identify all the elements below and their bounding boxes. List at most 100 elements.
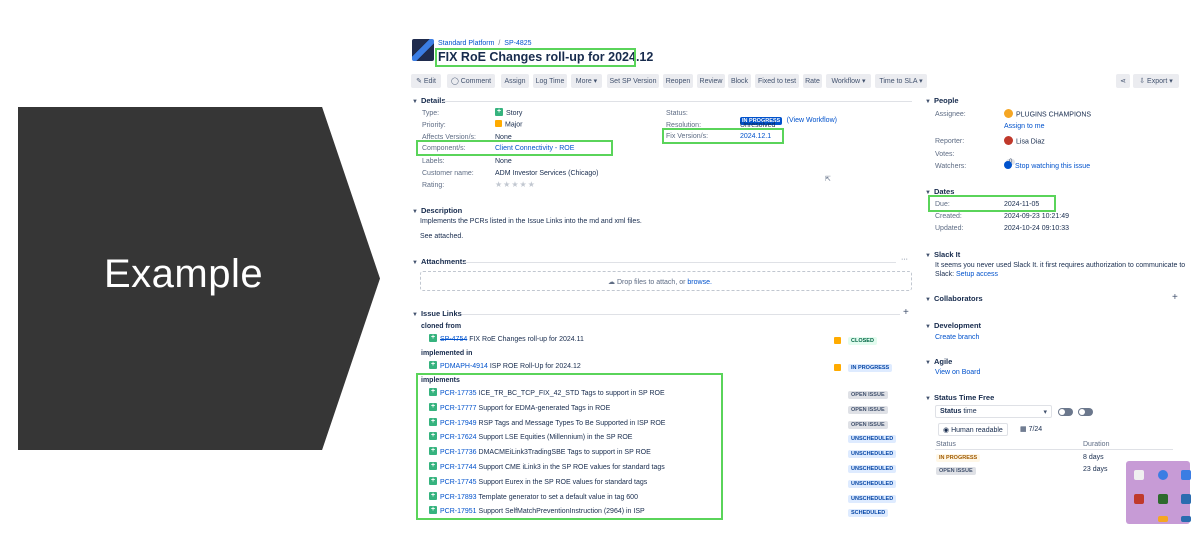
major-priority-icon: [495, 120, 502, 127]
implemented-in-row[interactable]: + PDMAPH-4914 ISP ROE Roll-Up for 2024.12: [429, 361, 581, 370]
view-workflow-link[interactable]: (View Workflow): [787, 117, 837, 124]
bluetooth-icon[interactable]: [1158, 470, 1168, 480]
example-label: Example: [104, 252, 264, 296]
status-badge: SCHEDULED: [848, 509, 889, 518]
reopen-button[interactable]: Reopen: [663, 74, 693, 88]
attachments-more-icon[interactable]: ···: [901, 256, 908, 263]
details-heading[interactable]: ▼ Details: [412, 96, 446, 105]
human-readable-button[interactable]: ◉ Human readable: [938, 423, 1008, 436]
avatar: [1004, 136, 1013, 145]
cloud-upload-icon: ☁: [608, 279, 615, 286]
assignee-value: PLUGINS CHAMPIONS: [1004, 109, 1091, 119]
browse-link[interactable]: browse.: [687, 279, 712, 286]
col-status-header: Status: [936, 441, 956, 448]
development-heading[interactable]: ▼ Development: [925, 321, 981, 330]
breadcrumb: Standard Platform / SP-4825: [438, 40, 532, 47]
title-highlight-box: [435, 48, 636, 67]
edit-button[interactable]: ✎ Edit: [411, 74, 441, 88]
add-link-button[interactable]: +: [903, 307, 909, 318]
agile-heading[interactable]: ▼ Agile: [925, 357, 952, 366]
period-button[interactable]: ▦ 7/24: [1016, 423, 1046, 436]
app-icon[interactable]: [1158, 494, 1168, 504]
details-rule: [442, 101, 912, 102]
rate-button[interactable]: Rate: [803, 74, 822, 88]
mouse-cursor-icon: ⇱: [825, 176, 831, 183]
toggle-switch-2[interactable]: [1078, 408, 1093, 416]
assign-button[interactable]: Assign: [501, 74, 529, 88]
issue-links-rule: [462, 314, 900, 315]
col-duration-header: Duration: [1083, 441, 1110, 448]
comment-button[interactable]: ◯ Comment: [447, 74, 495, 88]
project-logo-icon: [412, 39, 434, 61]
issue-links-heading[interactable]: ▼ Issue Links: [412, 309, 462, 318]
attachments-rule: [464, 262, 896, 263]
create-branch-link[interactable]: Create branch: [935, 334, 979, 341]
dates-heading[interactable]: ▼ Dates: [925, 187, 954, 196]
status-badge: OPEN ISSUE: [848, 405, 888, 414]
app-icon[interactable]: [1181, 516, 1191, 522]
collaborators-heading[interactable]: ▼ Collaborators: [925, 294, 983, 303]
fixed-to-test-button[interactable]: Fixed to test: [755, 74, 799, 88]
due-label: Due:: [935, 201, 950, 208]
export-dropdown[interactable]: ⇩ Export ▾: [1133, 74, 1179, 88]
calendar-icon: ▦: [1020, 426, 1027, 433]
more-dropdown[interactable]: More ▾: [571, 74, 602, 88]
story-icon: +: [429, 334, 437, 342]
status-time-heading[interactable]: ▼ Status Time Free: [925, 393, 994, 402]
implemented-in-label: implemented in: [421, 350, 473, 357]
set-sp-version-button[interactable]: Set SP Version: [607, 74, 659, 88]
jira-issue-screenshot: Standard Platform / SP-4825 FIX RoE Chan…: [402, 33, 1202, 525]
block-button[interactable]: Block: [728, 74, 751, 88]
watchers-label: Watchers:: [935, 163, 967, 170]
attachments-heading[interactable]: ▼ Attachments: [412, 257, 466, 266]
workflow-dropdown[interactable]: Workflow ▾: [826, 74, 871, 88]
component-highlight-box: [416, 140, 613, 156]
slide-top-margin: [0, 0, 1202, 33]
rating-label: Rating:: [422, 182, 445, 189]
description-heading[interactable]: ▼ Description: [412, 206, 462, 215]
updated-label: Updated:: [935, 225, 964, 232]
dropzone-text: ☁ Drop files to attach, or browse.: [608, 279, 712, 286]
time-to-sla-dropdown[interactable]: Time to SLA ▾: [875, 74, 927, 88]
people-heading[interactable]: ▼ People: [925, 96, 959, 105]
battery-icon[interactable]: [1134, 470, 1144, 480]
status-badge: UNSCHEDULED: [848, 435, 897, 444]
share-icon[interactable]: ⋖: [1116, 74, 1130, 88]
slack-heading[interactable]: ▼ Slack It: [925, 250, 960, 259]
duration-value: 23 days: [1083, 466, 1108, 473]
review-button[interactable]: Review: [697, 74, 725, 88]
status-label: Status:: [666, 110, 688, 117]
app-icon[interactable]: [1181, 494, 1191, 504]
toggle-switch-1[interactable]: [1058, 408, 1073, 416]
app-icon[interactable]: [1134, 494, 1144, 504]
implements-highlight-box: [416, 373, 723, 520]
assign-to-me-link[interactable]: Assign to me: [1004, 123, 1044, 130]
status-badge: UNSCHEDULED: [848, 465, 897, 473]
watchers-value[interactable]: Stop watching this issue: [1004, 161, 1090, 170]
description-line-2: See attached.: [420, 233, 464, 240]
status-time-dropdown[interactable]: Status time ▾: [935, 405, 1052, 418]
add-collaborator-button[interactable]: +: [1172, 292, 1178, 303]
type-label: Type:: [422, 110, 440, 117]
priority-icon: [834, 364, 841, 371]
rating-stars[interactable]: ★★★★★: [495, 180, 536, 189]
customer-label: Customer name:: [422, 170, 474, 177]
votes-label: Votes:: [935, 151, 955, 158]
breadcrumb-issue-key[interactable]: SP-4825: [504, 40, 531, 47]
view-on-board-link[interactable]: View on Board: [935, 369, 980, 376]
cloned-from-label: cloned from: [421, 323, 462, 330]
status-badge: OPEN ISSUE: [848, 420, 888, 429]
app-icon[interactable]: [1158, 516, 1168, 522]
status-badge: OPEN ISSUE: [848, 391, 888, 399]
story-icon: +: [495, 108, 503, 116]
status-badge: IN PROGRESS: [848, 364, 893, 372]
app-icon[interactable]: [1181, 470, 1191, 480]
cloned-from-row[interactable]: + SP-4754 FIX RoE Changes roll-up for 202…: [429, 334, 584, 343]
duration-value: 8 days: [1083, 454, 1104, 461]
slack-text-2: Slack: Setup access: [935, 271, 999, 278]
updated-value: 2024-10-24 09:10:33: [1004, 225, 1069, 232]
breadcrumb-project[interactable]: Standard Platform: [438, 40, 494, 47]
setup-access-link[interactable]: Setup access: [956, 271, 998, 278]
watch-icon: [1004, 161, 1012, 169]
log-time-button[interactable]: Log Time: [533, 74, 567, 88]
